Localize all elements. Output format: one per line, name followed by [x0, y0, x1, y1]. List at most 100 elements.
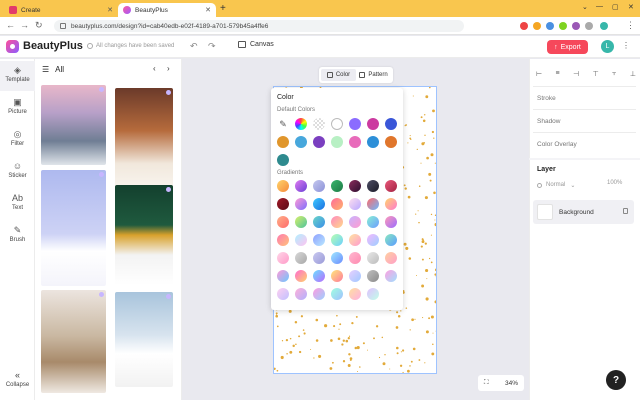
color-swatch[interactable]: [367, 136, 379, 148]
rail-item-filter[interactable]: ◎ Filter: [0, 125, 35, 155]
color-overlay-option[interactable]: Color Overlay: [537, 141, 577, 148]
rail-item-picture[interactable]: ▣ Picture: [0, 93, 35, 123]
template-thumbnail[interactable]: [115, 292, 173, 387]
gradient-swatch[interactable]: [349, 288, 361, 300]
color-swatch[interactable]: [349, 118, 361, 130]
more-icon[interactable]: ⋮: [622, 41, 630, 50]
template-thumbnail[interactable]: [41, 290, 106, 393]
back-arrow-icon[interactable]: ←: [6, 20, 15, 30]
gradient-swatch[interactable]: [349, 216, 361, 228]
lock-icon[interactable]: [623, 208, 628, 214]
white-swatch[interactable]: [331, 118, 343, 130]
url-field[interactable]: beautyplus.com/design?id=cab40edb-e02f-4…: [54, 20, 464, 32]
rail-item-brush[interactable]: ✎ Brush: [0, 221, 35, 251]
gradient-swatch[interactable]: [331, 252, 343, 264]
gradient-swatch[interactable]: [385, 180, 397, 192]
minimize-icon[interactable]: —: [596, 3, 603, 10]
gradient-swatch[interactable]: [367, 216, 379, 228]
browser-tab-create[interactable]: Create ✕: [4, 3, 118, 17]
close-icon[interactable]: ✕: [205, 6, 211, 14]
align-middle-icon[interactable]: ⫟: [612, 70, 616, 78]
gradient-swatch[interactable]: [367, 270, 379, 282]
align-top-icon[interactable]: ⊤: [593, 70, 599, 78]
align-bottom-icon[interactable]: ⊥: [630, 70, 636, 78]
chevron-right-icon[interactable]: ›: [167, 64, 170, 73]
extension-icon[interactable]: [572, 22, 580, 30]
tab-color[interactable]: Color: [321, 69, 356, 81]
extension-icon[interactable]: [546, 22, 554, 30]
gradient-swatch[interactable]: [313, 198, 325, 210]
export-button[interactable]: ↑ Export: [547, 40, 588, 54]
template-thumbnail[interactable]: [41, 170, 106, 286]
gradient-swatch[interactable]: [385, 234, 397, 246]
gradient-swatch[interactable]: [349, 198, 361, 210]
color-swatch[interactable]: [331, 136, 343, 148]
extension-icon[interactable]: [533, 22, 541, 30]
color-swatch[interactable]: [367, 118, 379, 130]
browser-tab-beautyplus[interactable]: BeautyPlus ✕: [118, 3, 216, 17]
gradient-swatch[interactable]: [313, 180, 325, 192]
beautyplus-logo-icon[interactable]: [6, 40, 19, 53]
gradient-swatch[interactable]: [349, 252, 361, 264]
gradient-swatch[interactable]: [367, 198, 379, 210]
extension-icon[interactable]: [520, 22, 528, 30]
layer-item-background[interactable]: Background: [533, 200, 634, 224]
gradient-swatch[interactable]: [295, 198, 307, 210]
gradient-swatch[interactable]: [385, 252, 397, 264]
shadow-option[interactable]: Shadow: [537, 118, 561, 125]
gradient-swatch[interactable]: [313, 216, 325, 228]
profile-icon[interactable]: [600, 22, 608, 30]
template-filter[interactable]: ☰ All: [42, 65, 64, 74]
new-tab-icon[interactable]: +: [220, 3, 226, 14]
gradient-swatch[interactable]: [277, 216, 289, 228]
color-swatch[interactable]: [277, 136, 289, 148]
close-icon[interactable]: ✕: [107, 6, 113, 14]
collapse-button[interactable]: « Collapse: [0, 370, 35, 388]
chevron-left-icon[interactable]: ‹: [153, 64, 156, 73]
gradient-swatch[interactable]: [331, 288, 343, 300]
fit-screen-icon[interactable]: ⛶: [484, 379, 489, 387]
gradient-swatch[interactable]: [295, 252, 307, 264]
puzzle-icon[interactable]: [585, 22, 593, 30]
color-swatch[interactable]: [313, 136, 325, 148]
color-swatch[interactable]: [385, 118, 397, 130]
gradient-swatch[interactable]: [385, 216, 397, 228]
redo-icon[interactable]: ↷: [208, 41, 216, 52]
stroke-option[interactable]: Stroke: [537, 95, 556, 102]
gradient-swatch[interactable]: [349, 270, 361, 282]
align-center-icon[interactable]: ≡: [556, 70, 560, 78]
gradient-swatch[interactable]: [277, 288, 289, 300]
extension-icon[interactable]: [559, 22, 567, 30]
align-right-icon[interactable]: ⊣: [573, 70, 579, 78]
gradient-swatch[interactable]: [349, 234, 361, 246]
color-swatch[interactable]: [277, 154, 289, 166]
color-swatch[interactable]: [349, 136, 361, 148]
color-swatch[interactable]: [385, 136, 397, 148]
gradient-swatch[interactable]: [277, 270, 289, 282]
help-button[interactable]: ?: [606, 370, 626, 390]
gradient-swatch[interactable]: [277, 198, 289, 210]
close-window-icon[interactable]: ✕: [628, 3, 634, 11]
rail-item-template[interactable]: ◈ Template: [0, 61, 35, 91]
blend-mode-select[interactable]: Normal ⌄: [537, 180, 587, 190]
gradient-swatch[interactable]: [277, 252, 289, 264]
gradient-swatch[interactable]: [367, 288, 379, 300]
gradient-swatch[interactable]: [295, 180, 307, 192]
gradient-swatch[interactable]: [313, 252, 325, 264]
color-swatch[interactable]: [295, 136, 307, 148]
rail-item-text[interactable]: Ab Text: [0, 189, 35, 219]
gradient-swatch[interactable]: [295, 234, 307, 246]
canvas-button[interactable]: Canvas: [238, 41, 274, 48]
align-left-icon[interactable]: ⊢: [536, 70, 542, 78]
gradient-swatch[interactable]: [277, 234, 289, 246]
gradient-swatch[interactable]: [295, 270, 307, 282]
gradient-swatch[interactable]: [331, 234, 343, 246]
rail-item-sticker[interactable]: ☺ Sticker: [0, 157, 35, 187]
gradient-swatch[interactable]: [313, 270, 325, 282]
eyedropper-icon[interactable]: ✎: [277, 118, 289, 130]
gradient-swatch[interactable]: [331, 180, 343, 192]
gradient-swatch[interactable]: [331, 198, 343, 210]
transparent-swatch[interactable]: [313, 118, 325, 130]
gradient-swatch[interactable]: [295, 288, 307, 300]
tab-pattern[interactable]: Pattern: [356, 69, 391, 81]
